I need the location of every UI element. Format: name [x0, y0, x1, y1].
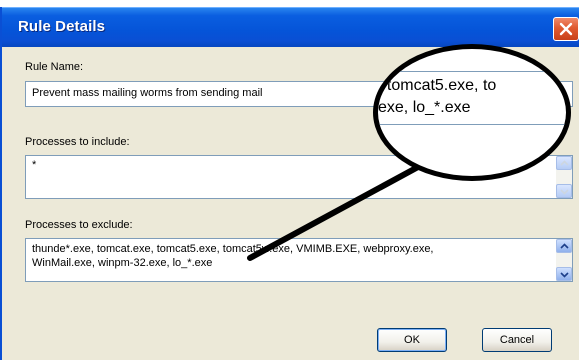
magnified-text: , tomcat5.exe, to exe, lo_*.exe [378, 75, 496, 119]
magnified-line-1: , tomcat5.exe, to [378, 77, 497, 94]
magnified-line-2: exe, lo_*.exe [378, 99, 471, 116]
magnifier-lens: , tomcat5.exe, to exe, lo_*.exe [373, 44, 571, 181]
